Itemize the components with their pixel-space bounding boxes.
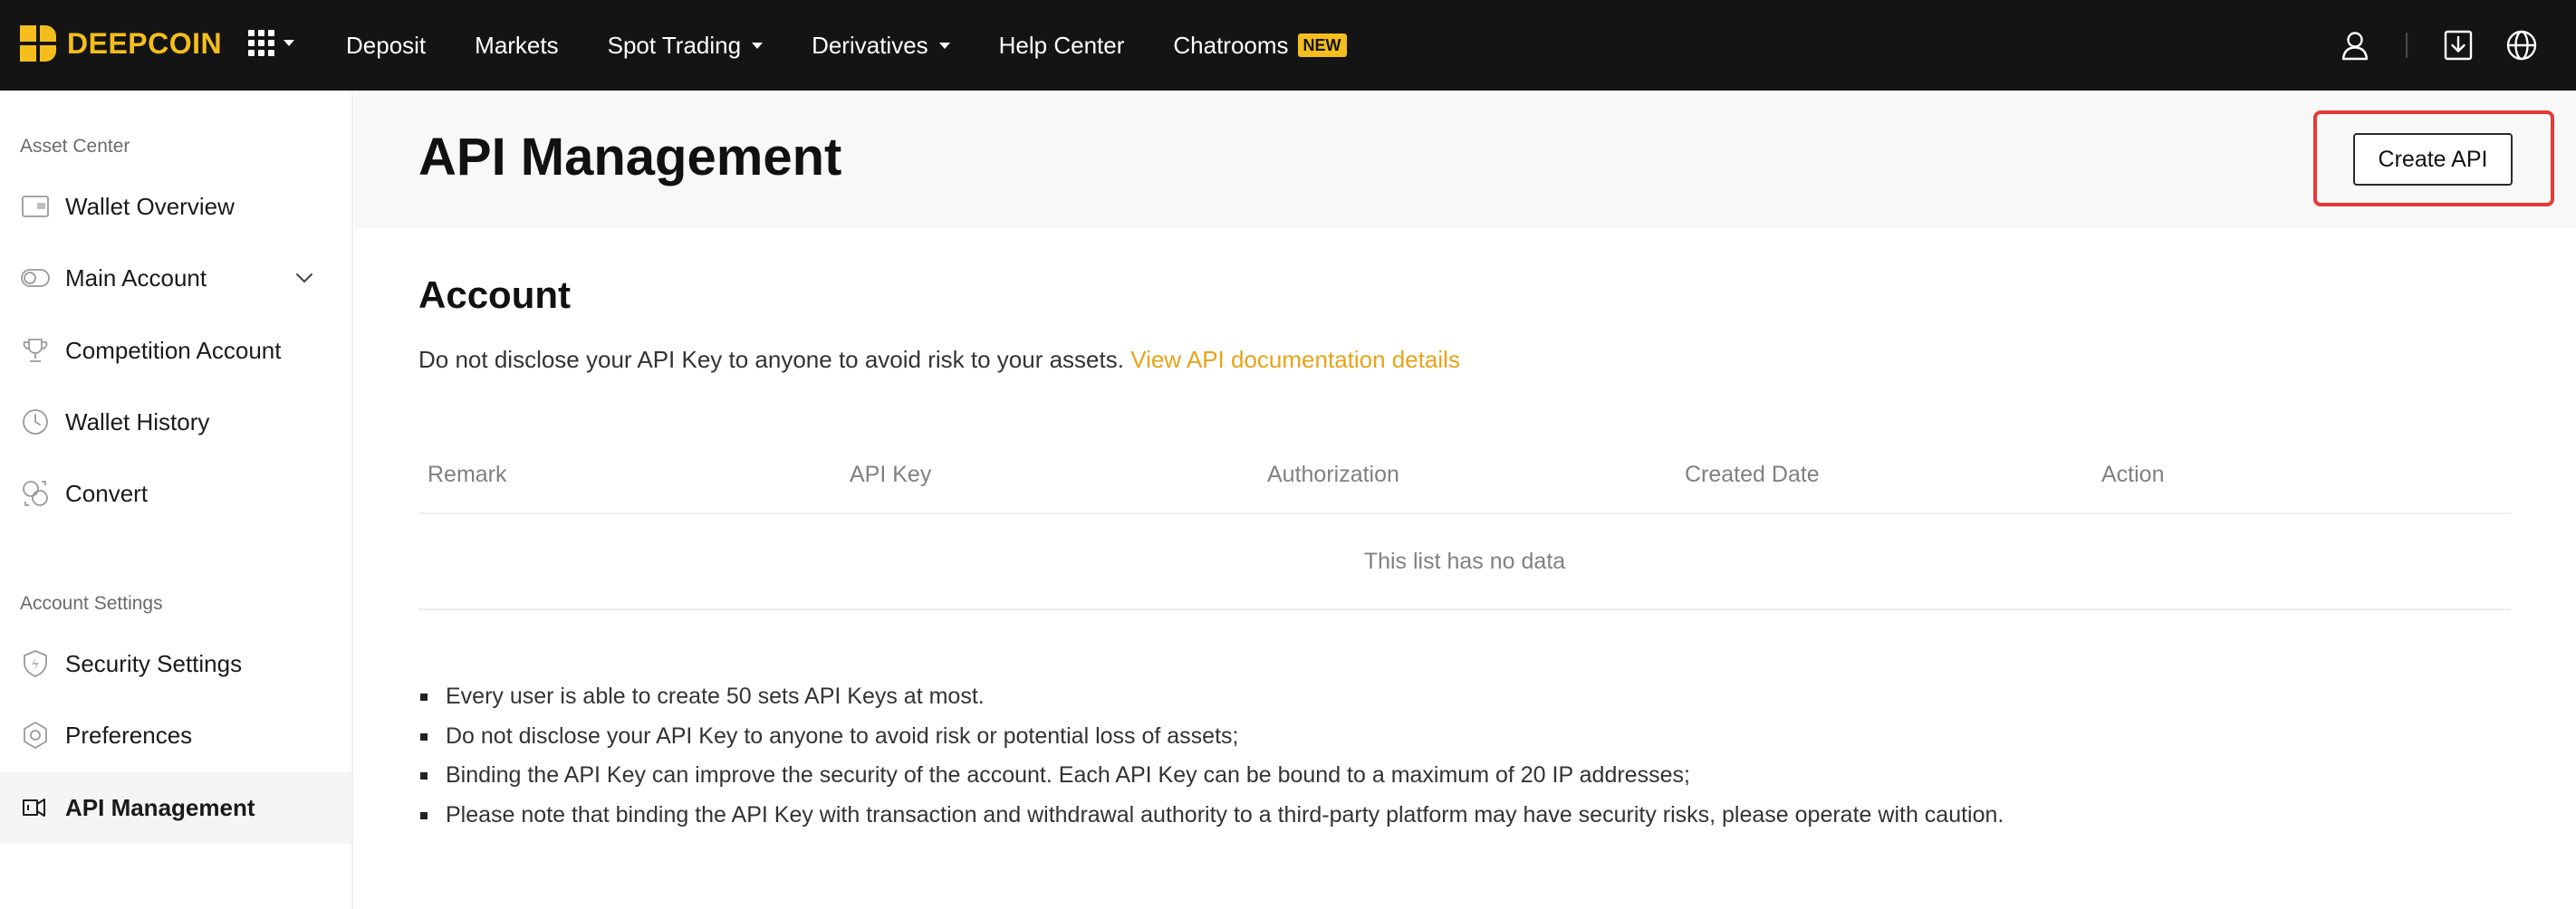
toggle-icon <box>21 269 50 287</box>
sidebar-section-account-settings: Account Settings <box>20 593 163 614</box>
nav-markets[interactable]: Markets <box>475 32 558 60</box>
list-item: Do not disclose your API Key to anyone t… <box>418 717 2004 757</box>
wallet-icon <box>22 196 49 217</box>
nav-label: Spot Trading <box>607 31 742 59</box>
sidebar-item-label: Preferences <box>65 721 193 749</box>
topbar-actions <box>2337 24 2540 67</box>
sidebar-item-label: Security Settings <box>65 649 243 677</box>
sidebar-item-label: Convert <box>65 479 149 507</box>
grid-apps-icon <box>248 29 274 56</box>
sidebar-item-main-account[interactable]: Main Account <box>0 242 351 314</box>
deepcoin-logo-icon <box>20 25 56 62</box>
section-title: Account <box>418 273 571 316</box>
trophy-icon <box>23 339 48 362</box>
column-remark: Remark <box>428 462 507 487</box>
sidebar-item-label: Competition Account <box>65 336 282 364</box>
sidebar-item-label: Wallet History <box>65 407 210 435</box>
divider <box>2406 33 2408 58</box>
list-item: Every user is able to create 50 sets API… <box>418 677 2004 717</box>
column-created-date: Created Date <box>1685 462 1820 487</box>
chevron-down-icon <box>284 39 294 46</box>
nav-spot-trading[interactable]: Spot Trading <box>607 31 764 60</box>
nav-derivatives[interactable]: Derivatives <box>812 32 950 60</box>
page-title: API Management <box>418 128 842 187</box>
sidebar-item-convert[interactable]: Convert <box>0 457 351 530</box>
api-icon <box>23 799 45 817</box>
download-icon[interactable] <box>2440 27 2476 63</box>
apps-menu-button[interactable] <box>248 27 294 58</box>
sidebar-item-label: Wallet Overview <box>65 192 235 220</box>
globe-icon[interactable] <box>2504 27 2540 63</box>
main-nav: Deposit Markets Spot Trading Derivatives… <box>346 0 1396 91</box>
sidebar-item-competition-account[interactable]: Competition Account <box>0 314 351 387</box>
sidebar-item-label: Main Account <box>65 263 207 292</box>
list-item: Binding the API Key can improve the secu… <box>418 756 2004 796</box>
convert-icon <box>23 481 48 506</box>
sidebar-item-wallet-overview[interactable]: Wallet Overview <box>0 170 351 243</box>
sidebar-item-wallet-history[interactable]: Wallet History <box>0 386 351 458</box>
user-icon[interactable] <box>2337 27 2373 63</box>
api-keys-table: Remark API Key Authorization Created Dat… <box>418 451 2511 610</box>
column-action: Action <box>2101 462 2165 487</box>
brand-name: DEEPCOIN <box>67 26 223 60</box>
chevron-down-icon <box>938 42 950 49</box>
create-api-button[interactable]: Create API <box>2353 133 2513 186</box>
table-header: Remark API Key Authorization Created Dat… <box>418 451 2511 514</box>
nav-deposit[interactable]: Deposit <box>346 32 426 60</box>
nav-label: Deposit <box>346 31 427 59</box>
sidebar-section-asset-center: Asset Center <box>20 136 130 157</box>
list-item: Please note that binding the API Key wit… <box>418 796 2004 836</box>
sidebar-item-security-settings[interactable]: Security Settings <box>0 627 351 700</box>
nav-label: Help Center <box>998 31 1125 59</box>
new-badge: NEW <box>1297 33 1347 57</box>
empty-state: This list has no data <box>418 514 2511 610</box>
notice-text: Do not disclose your API Key to anyone t… <box>418 346 1124 373</box>
api-docs-link[interactable]: View API documentation details <box>1130 346 1460 373</box>
sidebar-item-api-management[interactable]: API Management <box>0 771 351 844</box>
hexagon-icon <box>24 722 47 749</box>
api-notes-list: Every user is able to create 50 sets API… <box>418 677 2004 835</box>
sidebar-item-label: API Management <box>65 793 255 821</box>
nav-label: Markets <box>475 31 559 59</box>
chevron-down-icon <box>752 42 764 49</box>
nav-help-center[interactable]: Help Center <box>999 32 1125 60</box>
nav-label: Derivatives <box>812 31 928 59</box>
security-notice: Do not disclose your API Key to anyone t… <box>418 346 1460 374</box>
clock-icon <box>23 409 48 435</box>
sidebar-item-preferences[interactable]: Preferences <box>0 699 351 771</box>
column-authorization: Authorization <box>1267 462 1399 487</box>
nav-chatrooms[interactable]: Chatrooms NEW <box>1173 31 1347 60</box>
brand-logo[interactable]: DEEPCOIN <box>18 24 222 63</box>
chevron-down-icon[interactable] <box>293 267 315 289</box>
top-navbar: DEEPCOIN Deposit Markets Spot Trading De… <box>0 0 2576 91</box>
nav-label: Chatrooms <box>1173 31 1289 59</box>
column-api-key: API Key <box>850 462 932 487</box>
shield-icon <box>24 650 47 677</box>
sidebar: Asset Center Wallet Overview Main Accoun… <box>0 91 353 909</box>
